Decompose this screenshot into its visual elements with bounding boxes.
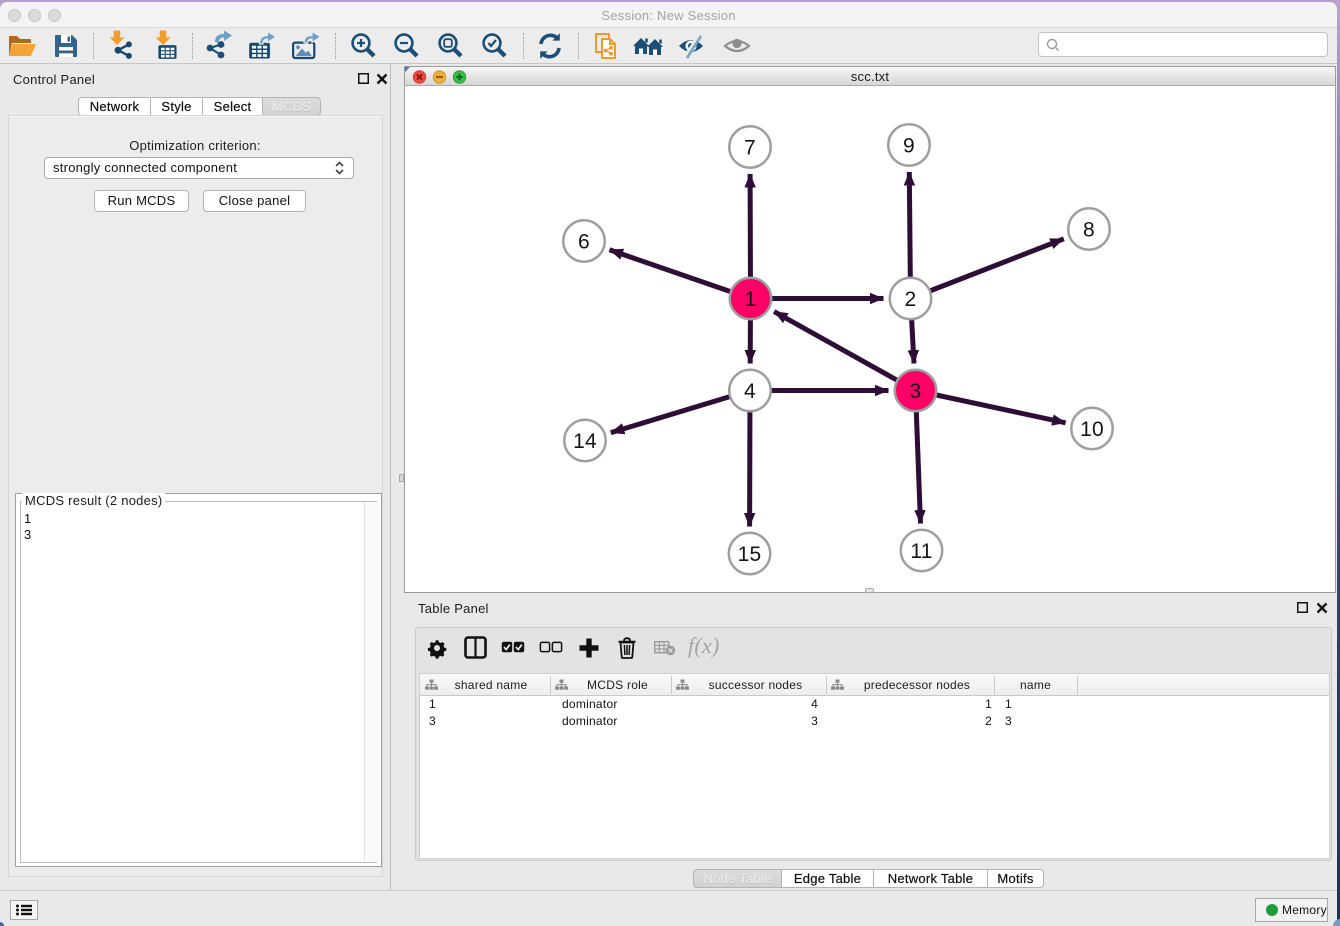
svg-text:9: 9 xyxy=(903,135,915,158)
svg-text:6: 6 xyxy=(578,231,590,254)
svg-text:2: 2 xyxy=(905,288,917,311)
svg-text:7: 7 xyxy=(744,137,756,160)
svg-text:11: 11 xyxy=(910,540,932,563)
svg-text:15: 15 xyxy=(738,543,762,566)
svg-text:3: 3 xyxy=(910,380,922,403)
svg-text:14: 14 xyxy=(573,430,597,453)
svg-text:10: 10 xyxy=(1080,418,1104,441)
svg-text:8: 8 xyxy=(1083,219,1095,242)
svg-text:4: 4 xyxy=(744,380,756,403)
svg-text:1: 1 xyxy=(745,288,757,311)
